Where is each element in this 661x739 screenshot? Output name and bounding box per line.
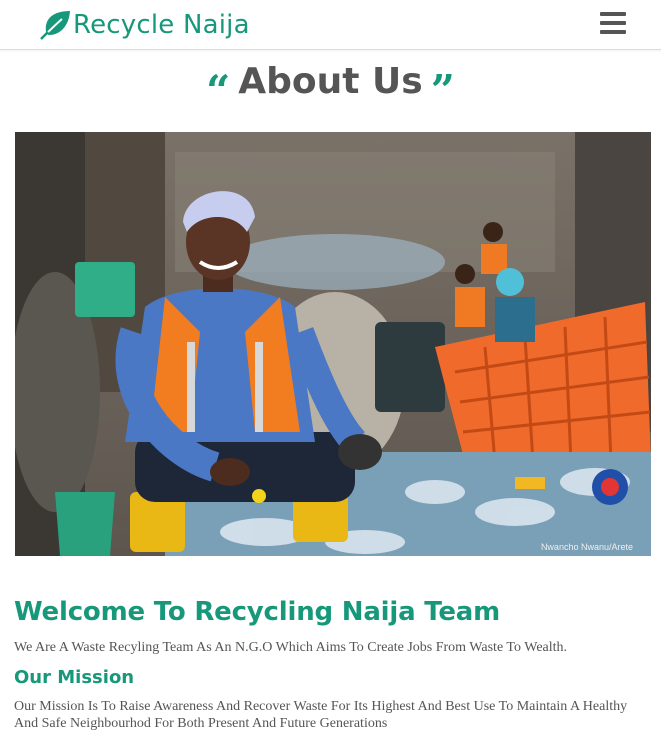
brand-name: Recycle Naija	[73, 10, 250, 40]
navbar: Recycle Naija	[0, 0, 661, 50]
welcome-heading: Welcome To Recycling Naija Team	[14, 597, 501, 627]
close-quote-icon: ”	[430, 66, 455, 115]
hero-image: Nwancho Nwanu/Arete	[15, 132, 651, 556]
brand-logo-link[interactable]: Recycle Naija	[40, 6, 250, 44]
mission-text: Our Mission Is To Raise Awareness And Re…	[14, 699, 628, 731]
welcome-text: We Are A Waste Recyling Team As An N.G.O…	[14, 640, 568, 655]
page-title: About Us	[238, 60, 423, 102]
photo-credit: Nwancho Nwanu/Arete	[540, 542, 633, 552]
leaf-icon	[40, 11, 70, 40]
hamburger-menu-icon[interactable]	[600, 12, 626, 36]
open-quote-icon: “	[206, 66, 231, 115]
about-heading: “ About Us ”	[0, 60, 661, 112]
mission-heading: Our Mission	[14, 667, 135, 688]
recycling-workers-photo	[15, 132, 651, 556]
